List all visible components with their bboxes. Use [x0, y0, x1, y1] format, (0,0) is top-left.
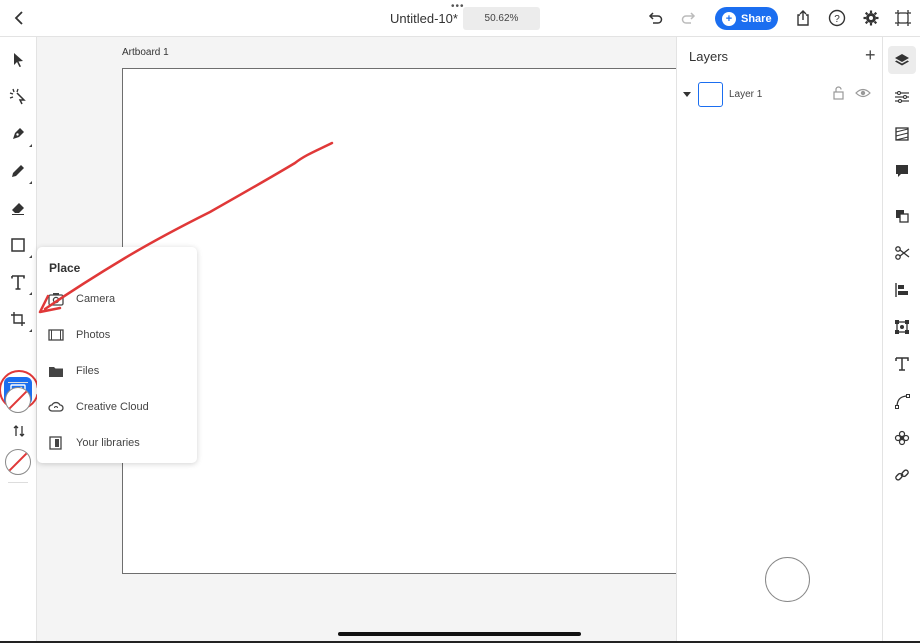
type-tool-icon[interactable] — [7, 271, 32, 295]
top-bar: ••• Untitled-10* 50.62% + Share ? — [0, 0, 920, 37]
direct-selection-tool-icon[interactable] — [7, 86, 29, 108]
redo-icon[interactable] — [679, 8, 699, 28]
photos-icon — [48, 327, 64, 343]
transform-tool-icon[interactable] — [7, 308, 32, 332]
unlock-icon[interactable] — [832, 86, 846, 100]
toolbar-divider — [8, 482, 28, 483]
right-rail — [882, 37, 920, 643]
add-user-icon: + — [722, 11, 736, 26]
layers-panel: Layers + Layer 1 — [676, 37, 882, 643]
type-properties-icon[interactable] — [888, 350, 916, 378]
fill-color-swatch[interactable] — [5, 387, 31, 413]
help-icon[interactable]: ? — [827, 8, 847, 28]
scissors-icon[interactable] — [888, 239, 916, 267]
layer-thumbnail — [698, 82, 723, 107]
properties-sliders-icon[interactable] — [888, 83, 916, 111]
svg-text:?: ? — [834, 14, 840, 25]
place-menu-item-label: Your libraries — [76, 437, 140, 449]
place-menu-title: Place — [49, 261, 81, 275]
back-chevron-icon[interactable] — [10, 8, 30, 28]
zoom-level[interactable]: 50.62% — [463, 7, 540, 30]
place-menu-item-files[interactable]: Files — [37, 355, 197, 387]
layer-name: Layer 1 — [729, 89, 763, 100]
place-menu-item-label: Creative Cloud — [76, 401, 149, 413]
effects-flower-icon[interactable] — [888, 424, 916, 452]
pencil-tool-icon[interactable] — [7, 160, 32, 184]
swatches-palette-icon[interactable] — [888, 120, 916, 148]
place-menu-item-your-libraries[interactable]: Your libraries — [37, 427, 197, 459]
place-menu-item-label: Photos — [76, 329, 111, 341]
left-toolbar — [0, 37, 39, 643]
document-title[interactable]: Untitled-10* — [390, 11, 458, 26]
touch-shortcut-circle[interactable] — [765, 557, 810, 602]
layers-panel-title: Layers — [689, 49, 729, 64]
artboard[interactable] — [122, 68, 682, 574]
comment-icon[interactable] — [888, 157, 916, 185]
swap-colors-icon[interactable] — [8, 420, 30, 442]
visibility-eye-icon[interactable] — [855, 86, 871, 100]
place-menu: Place Camera Photos Files Creative Cloud… — [37, 247, 197, 463]
layers-stack-icon[interactable] — [888, 46, 916, 74]
link-icon[interactable] — [888, 461, 916, 489]
layer-row[interactable]: Layer 1 — [677, 81, 883, 109]
share-label: Share — [741, 12, 772, 25]
creative-cloud-icon — [48, 399, 64, 415]
rectangle-tool-icon[interactable] — [7, 234, 32, 258]
share-button[interactable]: + Share — [715, 7, 778, 30]
stroke-color-swatch[interactable] — [5, 449, 31, 475]
settings-gear-icon[interactable] — [861, 8, 881, 28]
artboard-label[interactable]: Artboard 1 — [122, 47, 169, 58]
place-menu-item-label: Camera — [76, 293, 116, 305]
fit-screen-icon[interactable] — [893, 8, 913, 28]
pen-tool-icon[interactable] — [7, 123, 32, 147]
place-menu-item-label: Files — [76, 365, 100, 377]
toolbar-divider — [8, 382, 28, 383]
transform-frame-icon[interactable] — [888, 313, 916, 341]
place-menu-item-creative-cloud[interactable]: Creative Cloud — [37, 391, 197, 423]
undo-icon[interactable] — [645, 8, 665, 28]
path-anchor-icon[interactable] — [888, 387, 916, 415]
export-icon[interactable] — [793, 8, 813, 28]
home-indicator[interactable] — [338, 632, 581, 636]
libraries-icon — [48, 435, 64, 451]
selection-tool-icon[interactable] — [7, 49, 29, 71]
eraser-tool-icon[interactable] — [7, 197, 29, 219]
expand-caret-icon[interactable] — [683, 92, 691, 97]
align-icon[interactable] — [888, 276, 916, 304]
arrange-icon[interactable] — [888, 202, 916, 230]
folder-icon — [48, 363, 64, 379]
place-menu-item-photos[interactable]: Photos — [37, 319, 197, 351]
place-menu-item-camera[interactable]: Camera — [37, 283, 197, 315]
add-layer-icon[interactable]: + — [865, 45, 876, 66]
camera-icon — [48, 291, 64, 307]
